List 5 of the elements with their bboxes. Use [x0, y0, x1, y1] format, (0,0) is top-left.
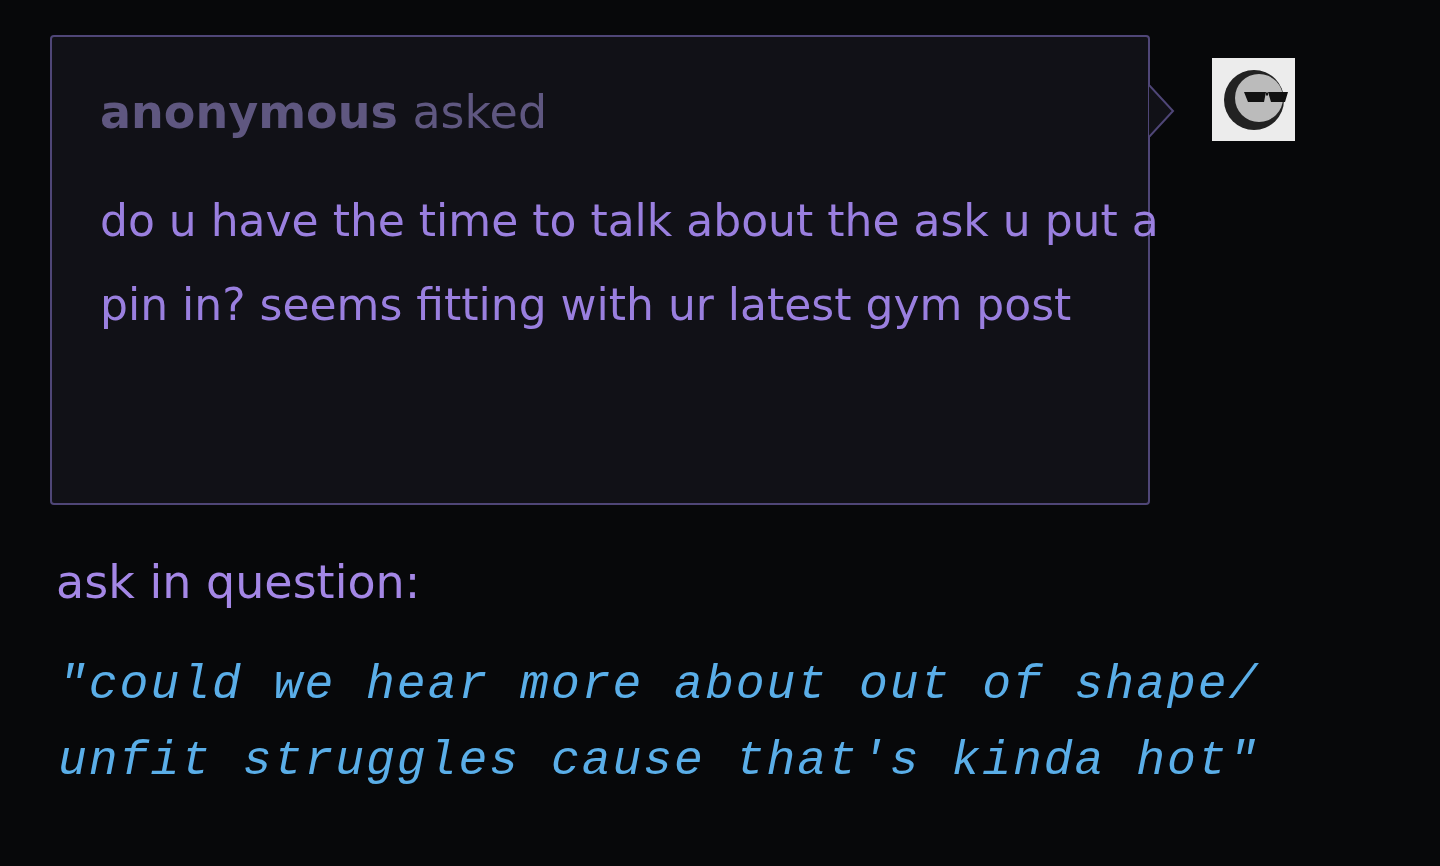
quote-line: unfit struggles cause that's kinda hot": [58, 733, 1260, 790]
question-text: do u have the time to talk about the ask u put a pin in? seems fitting with ur latest gym post: [100, 194, 1160, 332]
answer-text: ask in question:: [56, 555, 422, 609]
quote-line: "could we hear more about out of shape/: [58, 657, 1260, 714]
ask-header: anonymous asked: [100, 85, 549, 139]
